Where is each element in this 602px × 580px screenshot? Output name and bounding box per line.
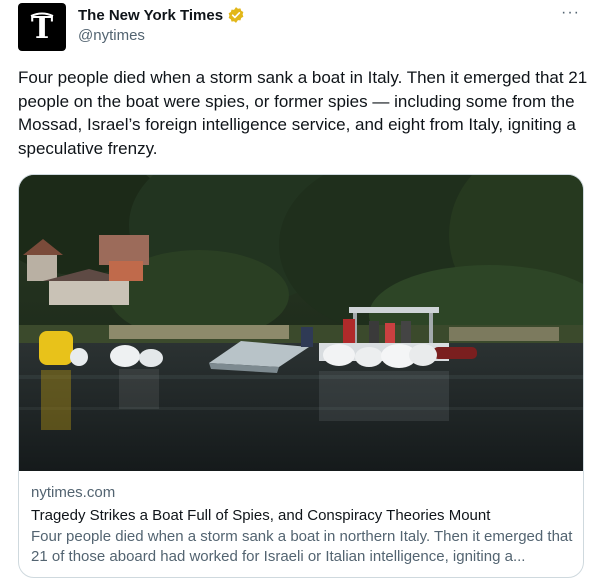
svg-text:T: T (31, 11, 54, 46)
more-options-button[interactable]: ··· (561, 4, 580, 22)
verified-badge-icon[interactable] (227, 6, 245, 24)
display-name[interactable]: The New York Times (78, 7, 223, 24)
tweet[interactable]: T The New York Times @nytimes ··· Four p… (0, 0, 602, 580)
card-image[interactable] (19, 175, 584, 471)
tweet-header: The New York Times @nytimes (78, 6, 245, 44)
card-title[interactable]: Tragedy Strikes a Boat Full of Spies, an… (31, 505, 576, 526)
link-card[interactable]: nytimes.com Tragedy Strikes a Boat Full … (18, 174, 584, 578)
card-domain: nytimes.com (31, 484, 116, 501)
card-meta: nytimes.com Tragedy Strikes a Boat Full … (31, 483, 576, 567)
tweet-text: Four people died when a storm sank a boa… (18, 68, 588, 158)
avatar[interactable]: T (18, 3, 66, 51)
handle[interactable]: @nytimes (78, 27, 245, 44)
nyt-logo-icon: T (30, 11, 54, 46)
card-description: Four people died when a storm sank a boa… (31, 528, 573, 565)
